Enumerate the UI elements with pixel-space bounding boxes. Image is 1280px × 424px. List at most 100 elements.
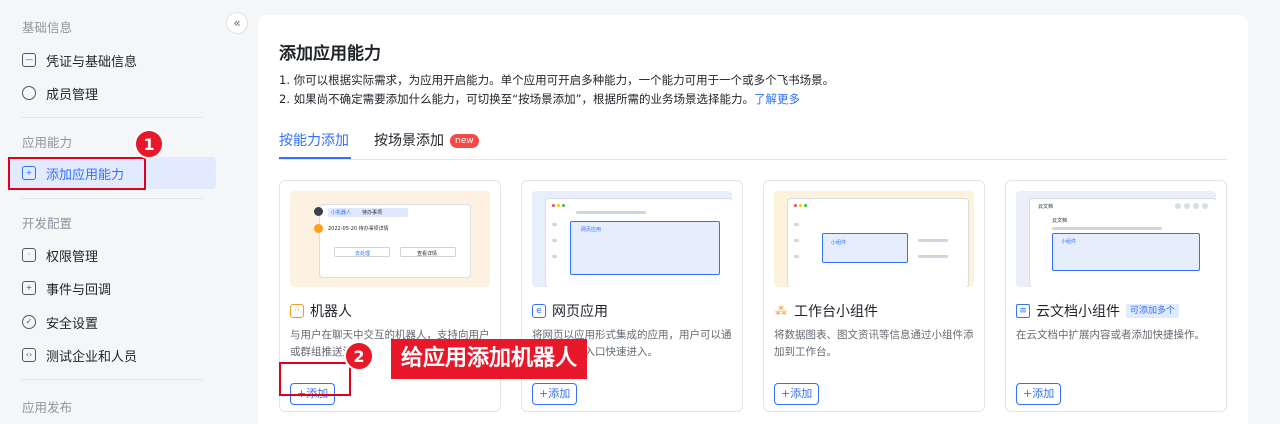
robot-preview-image: 小机器人 待办事项 2022-05-20 待办事项详情 去处理 查看详情 — [290, 191, 490, 287]
description-line-1: 1. 你可以根据实际需求，为应用开启能力。单个应用可开启多种能力，一个能力可用于… — [279, 73, 835, 87]
sidebar-divider — [22, 198, 202, 199]
web-app-frame: 网页应用 — [570, 221, 720, 275]
doc-widget-preview-window: 云文档 云文档 小组件 — [1030, 199, 1216, 287]
card-title-text: 网页应用 — [552, 304, 608, 320]
web-app-preview-image: 网页应用 — [532, 191, 732, 287]
sidebar-divider — [22, 379, 202, 380]
sidebar-item-label: 凭证与基础信息 — [46, 54, 138, 70]
preview-bar — [552, 223, 557, 226]
sidebar-item-label: 事件与回调 — [46, 282, 112, 298]
sidebar-section-publish: 应用发布 — [22, 400, 73, 415]
sidebar: 基础信息 — 凭证与基础信息 成员管理 应用能力 + 添加应用能力 开发配置 ·… — [0, 0, 236, 424]
window-dots — [552, 204, 565, 207]
card-title: ≡ 云文档小组件 可添加多个 — [1016, 301, 1180, 321]
card-title: ⁂ 工作台小组件 — [774, 301, 878, 321]
collapse-sidebar-button[interactable]: « — [226, 12, 248, 34]
member-icon — [22, 86, 36, 100]
page-title: 添加应用能力 — [279, 44, 381, 64]
sidebar-item-label: 测试企业和人员 — [46, 349, 138, 365]
preview-bar — [918, 255, 948, 258]
tab-label: 按场景添加 — [374, 133, 444, 149]
card-description: 将数据图表、图文资讯等信息通过小组件添加到工作台。 — [774, 329, 974, 358]
web-app-preview-window: 网页应用 — [546, 199, 732, 287]
preview-text: 云文档 — [1038, 204, 1054, 210]
learn-more-link[interactable]: 了解更多 — [754, 92, 800, 106]
sidebar-item-permissions[interactable]: · 权限管理 — [10, 239, 216, 271]
doc-widget-preview-image: 云文档 云文档 小组件 — [1016, 191, 1216, 287]
step2-highlight-box — [279, 362, 351, 396]
preview-bar — [794, 223, 799, 226]
capability-card-doc-widget[interactable]: 云文档 云文档 小组件 ≡ 云文档小组件 可添加多个 在云文档中扩展内容或者添加… — [1005, 180, 1227, 412]
sidebar-section-dev-config: 开发配置 — [22, 216, 73, 231]
preview-bar — [794, 255, 799, 258]
preview-dots — [1175, 203, 1208, 209]
step2-number-badge: 2 — [344, 341, 374, 371]
widget-preview-image: 小组件 — [774, 191, 974, 287]
preview-button: 去处理 — [334, 247, 390, 257]
preview-bar — [1052, 227, 1162, 230]
preview-text: 网页应用 — [581, 227, 602, 233]
sidebar-item-label: 权限管理 — [46, 249, 99, 265]
sidebar-item-label: 成员管理 — [46, 87, 99, 103]
test-org-icon: ‹› — [22, 348, 36, 362]
sidebar-section-basic-info: 基础信息 — [22, 20, 73, 35]
card-title-text: 云文档小组件 — [1036, 304, 1120, 320]
card-title: ·· 机器人 — [290, 301, 352, 321]
doc-widget-icon: ≡ — [1016, 304, 1030, 318]
preview-text: 小机器人 — [331, 210, 352, 216]
sidebar-item-events[interactable]: + 事件与回调 — [10, 272, 216, 304]
step2-callout-label: 给应用添加机器人 — [391, 339, 588, 379]
sidebar-item-test-org[interactable]: ‹› 测试企业和人员 — [10, 339, 216, 371]
preview-text: 查看详情 — [417, 251, 438, 257]
permission-icon: · — [22, 248, 36, 262]
preview-text: 小组件 — [1061, 239, 1077, 245]
card-title: e 网页应用 — [532, 301, 608, 321]
preview-text: 2022-05-20 待办事项详情 — [328, 226, 389, 232]
step1-number-badge: 1 — [134, 129, 164, 159]
tab-bar: 按能力添加 按场景添加 new — [279, 128, 1227, 160]
robot-preview-header: 小机器人 待办事项 — [328, 208, 408, 217]
preview-bar — [576, 211, 646, 214]
window-dots — [794, 204, 807, 207]
add-widget-button[interactable]: +添加 — [774, 383, 820, 405]
preview-bar — [552, 255, 557, 258]
doc-widget-frame: 小组件 — [1052, 233, 1200, 271]
sidebar-item-credentials[interactable]: — 凭证与基础信息 — [10, 44, 216, 76]
add-web-app-button[interactable]: +添加 — [532, 383, 578, 405]
preview-bar — [552, 239, 557, 242]
preview-bar — [918, 239, 948, 242]
sidebar-section-app-capability: 应用能力 — [22, 135, 73, 150]
widget-icon: ⁂ — [775, 304, 787, 318]
robot-preview-window: 小机器人 待办事项 2022-05-20 待办事项详情 去处理 查看详情 — [314, 205, 470, 277]
active-tab-indicator — [279, 157, 351, 159]
preview-text: 小组件 — [831, 240, 847, 246]
tab-by-scenario[interactable]: 按场景添加 new — [374, 130, 479, 150]
description-text: 2. 如果尚不确定需要添加什么能力，可切换至“按场景添加”，根据所需的业务场景选… — [279, 92, 755, 106]
widget-frame: 小组件 — [822, 233, 908, 263]
new-badge: new — [450, 134, 479, 148]
event-icon: + — [22, 281, 36, 295]
web-app-icon: e — [532, 304, 546, 318]
card-title-text: 机器人 — [310, 304, 352, 320]
sidebar-divider — [22, 117, 202, 118]
capability-card-widget[interactable]: 小组件 ⁂ 工作台小组件 将数据图表、图文资讯等信息通过小组件添加到工作台。 +… — [763, 180, 985, 412]
multi-add-tag: 可添加多个 — [1126, 304, 1180, 318]
description-line-2: 2. 如果尚不确定需要添加什么能力，可切换至“按场景添加”，根据所需的业务场景选… — [279, 91, 800, 107]
sidebar-item-security[interactable]: ✓ 安全设置 — [10, 306, 216, 338]
security-icon: ✓ — [22, 315, 36, 329]
widget-preview-window: 小组件 — [788, 199, 968, 287]
add-doc-widget-button[interactable]: +添加 — [1016, 383, 1062, 405]
robot-icon: ·· — [290, 304, 304, 318]
status-icon — [314, 224, 323, 233]
sidebar-item-label: 安全设置 — [46, 316, 99, 332]
sidebar-item-members[interactable]: 成员管理 — [10, 77, 216, 109]
preview-button: 查看详情 — [400, 247, 456, 257]
card-title-text: 工作台小组件 — [794, 304, 878, 320]
credential-icon: — — [22, 53, 36, 67]
tab-by-capability[interactable]: 按能力添加 — [279, 130, 349, 150]
step1-highlight-box — [8, 157, 146, 190]
avatar — [314, 207, 323, 216]
preview-text: 云文档 — [1052, 218, 1068, 224]
preview-text: 待办事项 — [362, 210, 383, 216]
preview-text: 去处理 — [355, 251, 371, 257]
